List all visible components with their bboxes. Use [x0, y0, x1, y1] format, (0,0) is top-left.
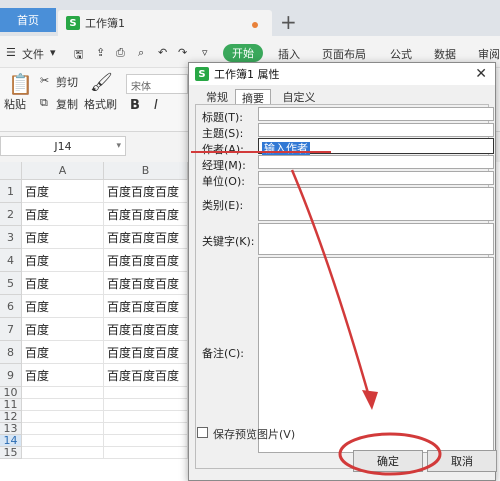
- annotation-arrow-line: [290, 169, 372, 401]
- annotation-arrow-head: [362, 390, 378, 410]
- annotation-circle: [338, 432, 442, 476]
- annotation-overlay: [290, 169, 442, 476]
